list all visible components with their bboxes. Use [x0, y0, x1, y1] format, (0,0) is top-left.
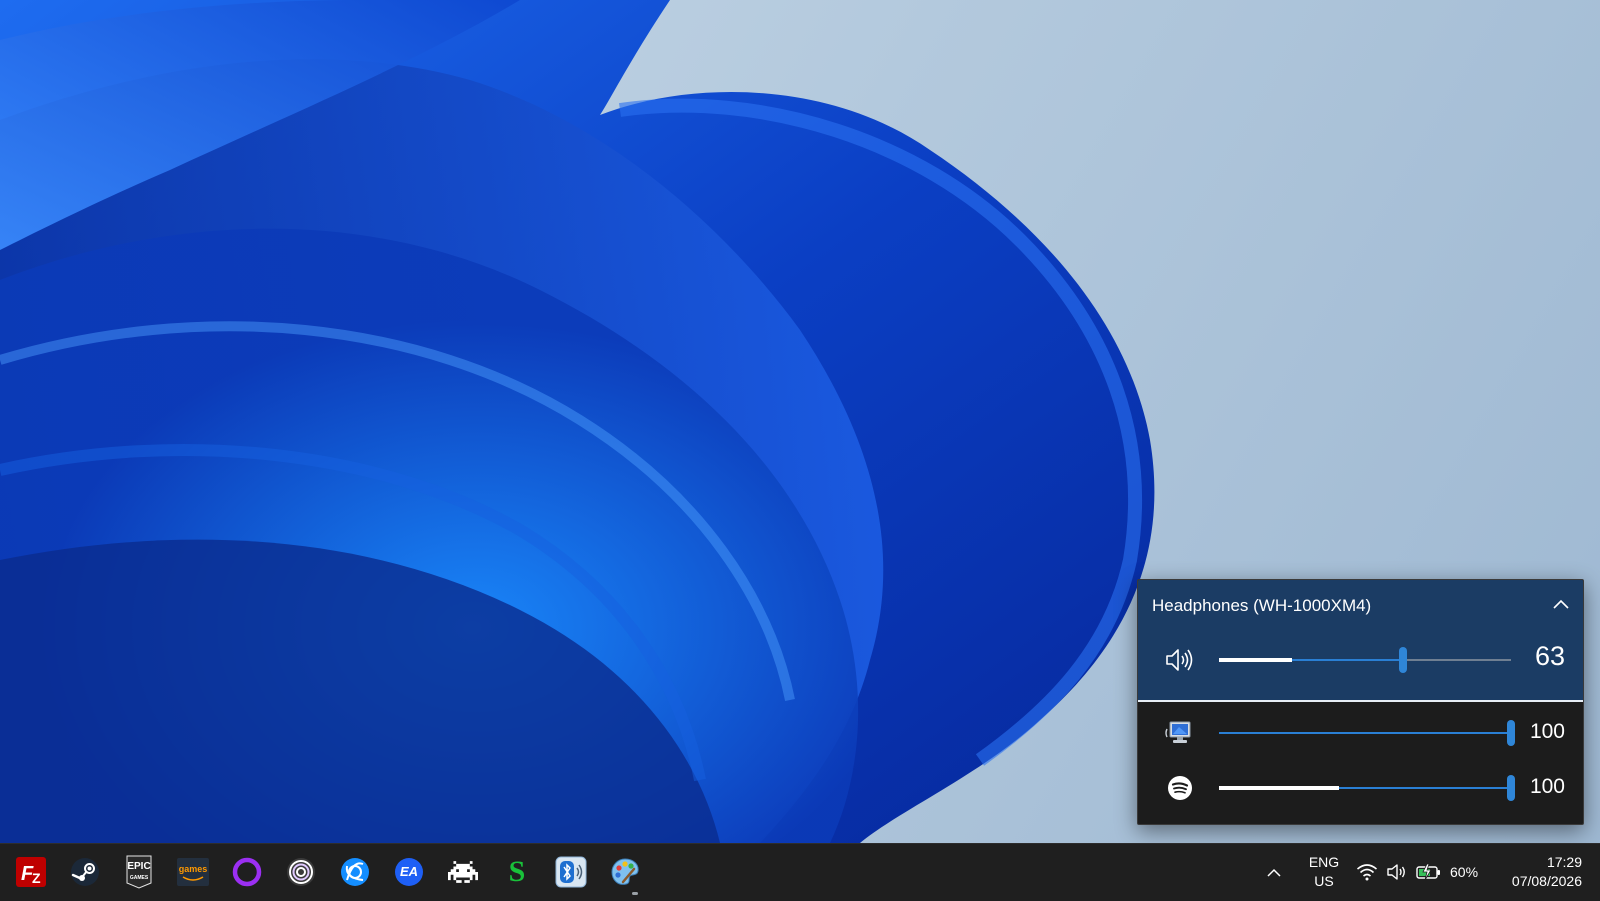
- taskbar: F Z EPIC GAMES games EA S ENG US 60% 17:…: [0, 843, 1600, 901]
- active-app-indicator: [632, 892, 638, 895]
- collapse-button[interactable]: [1547, 590, 1575, 618]
- device-volume-value: 63: [1534, 641, 1565, 671]
- battery-charging-icon: [1416, 863, 1440, 881]
- paint-palette-icon[interactable]: [607, 854, 643, 890]
- output-device-panel: Headphones (WH-1000XM4) 63: [1138, 580, 1583, 702]
- spotify-icon[interactable]: [1164, 773, 1196, 803]
- device-volume-row: 63: [1138, 635, 1583, 685]
- language-code: ENG: [1308, 854, 1340, 870]
- filezilla-icon[interactable]: F Z: [13, 854, 49, 890]
- clock-time: 17:29: [1546, 854, 1582, 870]
- slider-fill: [1219, 732, 1511, 734]
- purple-circle-icon[interactable]: [229, 854, 265, 890]
- svg-text:Z: Z: [32, 870, 41, 886]
- slider-thumb[interactable]: [1398, 647, 1407, 673]
- input-language-indicator[interactable]: ENG US: [1302, 853, 1346, 891]
- audio-peak-meter: [1219, 786, 1339, 790]
- app-volume-slider-spotify[interactable]: [1219, 775, 1515, 801]
- show-hidden-icons-button[interactable]: [1262, 860, 1286, 884]
- app-volume-slider-system-sounds[interactable]: [1219, 720, 1515, 746]
- quick-settings-button[interactable]: 60%: [1356, 858, 1478, 886]
- slider-thumb[interactable]: [1507, 720, 1515, 746]
- steam-icon[interactable]: [67, 854, 103, 890]
- slider-thumb[interactable]: [1507, 775, 1515, 801]
- app-volume-row-spotify: 100: [1138, 763, 1583, 813]
- s-app-icon[interactable]: S: [499, 854, 535, 890]
- gog-galaxy-icon[interactable]: [283, 854, 319, 890]
- app-volume-row-system-sounds: 100: [1138, 708, 1583, 758]
- device-volume-slider[interactable]: [1219, 647, 1511, 673]
- epic-games-icon[interactable]: EPIC GAMES: [121, 854, 157, 890]
- volume-icon: [1387, 864, 1405, 880]
- bluetooth-audio-icon[interactable]: [553, 854, 589, 890]
- s-app-label: S: [508, 855, 526, 888]
- device-name: Headphones (WH-1000XM4): [1152, 596, 1372, 615]
- amazon-games-icon[interactable]: games: [175, 854, 211, 890]
- language-region: US: [1314, 873, 1334, 889]
- desktop: Headphones (WH-1000XM4) 63 100 100: [0, 0, 1600, 843]
- wifi-icon: [1356, 864, 1378, 881]
- amazon-games-label: games: [178, 864, 208, 874]
- battery-percentage: 60%: [1450, 864, 1479, 880]
- clock-date: 07/08/2026: [1511, 873, 1582, 889]
- speaker-icon[interactable]: [1164, 645, 1196, 675]
- clock[interactable]: 17:29 07/08/2026: [1490, 853, 1582, 891]
- system-sounds-icon[interactable]: [1164, 718, 1196, 748]
- invader-icon[interactable]: [445, 854, 481, 890]
- app-volume-value-system-sounds: 100: [1529, 720, 1565, 743]
- chevron-up-icon: [1553, 599, 1569, 609]
- ea-icon[interactable]: EA: [391, 854, 427, 890]
- battlenet-icon[interactable]: [337, 854, 373, 890]
- ea-label: EA: [399, 864, 419, 879]
- app-volume-value-spotify: 100: [1529, 775, 1565, 798]
- epic-games-label: EPIC GAMES: [127, 861, 151, 882]
- audio-peak-meter: [1219, 658, 1292, 662]
- volume-mixer-flyout: Headphones (WH-1000XM4) 63 100 100: [1137, 579, 1584, 825]
- chevron-up-icon: [1267, 868, 1281, 877]
